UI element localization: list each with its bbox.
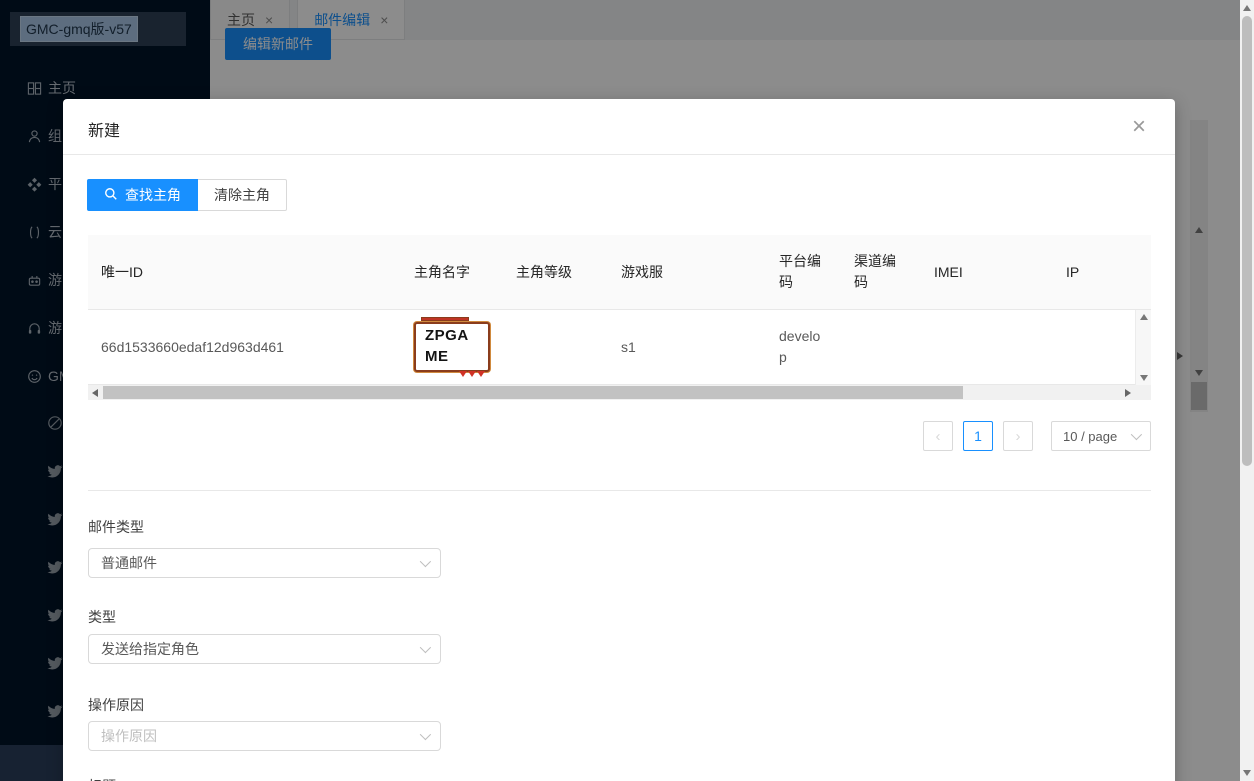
scrollbar-thumb[interactable] (103, 386, 963, 399)
select-类型[interactable]: 发送给指定角色 (88, 634, 441, 664)
cell-level (503, 310, 608, 384)
find-role-button[interactable]: 查找主角 (87, 179, 198, 211)
select-value: 普通邮件 (101, 555, 157, 571)
column-header-server: 游戏服 (621, 263, 663, 280)
select-value: 操作原因 (101, 728, 157, 744)
select-操作原因[interactable]: 操作原因 (88, 721, 441, 751)
column-header-imei: IMEI (934, 263, 963, 280)
cell-name_badge: ZPGAME (401, 310, 503, 384)
scroll-up-icon[interactable] (1140, 314, 1148, 320)
scrollbar-corner (1135, 385, 1151, 400)
new-mail-modal: 新建 × 查找主角 清除主角 唯一ID 主角名字 主角等级 游戏服 平台编码 渠道编码 IM… (63, 99, 1175, 781)
table-header-row: 唯一ID 主角名字 主角等级 游戏服 平台编码 渠道编码 IMEI IP (88, 235, 1151, 310)
column-header-unique_id: 唯一ID (101, 263, 143, 280)
scroll-down-icon[interactable] (1243, 770, 1251, 776)
cell-ip (1053, 310, 1135, 384)
search-icon (104, 187, 118, 204)
role-search-buttons: 查找主角 清除主角 (87, 179, 287, 211)
chevron-down-icon (419, 555, 432, 568)
column-header-channel_code: 渠道编码 (854, 253, 896, 290)
modal-title: 新建 (88, 123, 121, 140)
page-size-select[interactable]: 10 / page (1051, 421, 1151, 451)
cell-channel_code (841, 310, 921, 384)
pagination-prev-button[interactable]: ‹ (923, 421, 953, 451)
pagination: ‹ 1 › 10 / page (923, 421, 1151, 451)
column-header-level: 主角等级 (516, 263, 572, 280)
close-icon[interactable]: × (1121, 109, 1157, 145)
select-邮件类型[interactable]: 普通邮件 (88, 548, 441, 578)
browser-scrollbar[interactable] (1240, 0, 1254, 781)
zpgame-logo-triangles (459, 371, 485, 377)
table-horizontal-scrollbar[interactable] (88, 385, 1135, 400)
column-header-platform_code: 平台编码 (779, 253, 821, 290)
pagination-next-button[interactable]: › (1003, 421, 1033, 451)
section-divider (88, 490, 1151, 491)
find-role-label: 查找主角 (125, 187, 181, 203)
scroll-down-icon[interactable] (1140, 375, 1148, 381)
page-size-value: 10 / page (1063, 428, 1118, 444)
viewport: GMC-gmq版-v57 主页 组 平 云 游 游 GM 主页 × 邮件编辑 ×… (0, 0, 1254, 781)
clear-role-button[interactable]: 清除主角 (198, 179, 287, 211)
cell-imei (921, 310, 1053, 384)
pagination-page-1[interactable]: 1 (963, 421, 993, 451)
table-row[interactable]: 66d1533660edaf12d963d461 ZPGAME s1 develo… (88, 310, 1135, 385)
field-label-邮件类型: 邮件类型 (88, 519, 144, 535)
chevron-down-icon (1130, 428, 1143, 441)
clipped-title-label: 标题 (88, 776, 116, 781)
scroll-right-icon[interactable] (1125, 389, 1131, 397)
chevron-down-icon (419, 728, 432, 741)
role-table: 唯一ID 主角名字 主角等级 游戏服 平台编码 渠道编码 IMEI IP 66d1533660… (88, 235, 1151, 400)
zpgame-logo: ZPGAME (414, 317, 490, 377)
cell-unique_id: 66d1533660edaf12d963d461 (101, 338, 284, 355)
zpgame-logo-text: ZPGAME (425, 327, 469, 365)
cell-platform_code: develop (779, 328, 821, 365)
select-value: 发送给指定角色 (101, 641, 199, 657)
column-header-ip: IP (1066, 263, 1080, 280)
scrollbar-thumb[interactable] (1242, 16, 1252, 466)
scroll-up-icon[interactable] (1243, 5, 1251, 11)
modal-header: 新建 × (63, 99, 1175, 155)
table-vertical-scrollbar[interactable] (1135, 310, 1151, 385)
scroll-left-icon[interactable] (92, 389, 98, 397)
cell-server: s1 (621, 338, 636, 355)
column-header-name_badge: 主角名字 (414, 263, 470, 280)
zpgame-logo-bar (421, 317, 469, 321)
field-label-类型: 类型 (88, 609, 116, 625)
chevron-down-icon (419, 641, 432, 654)
field-label-操作原因: 操作原因 (88, 697, 144, 713)
